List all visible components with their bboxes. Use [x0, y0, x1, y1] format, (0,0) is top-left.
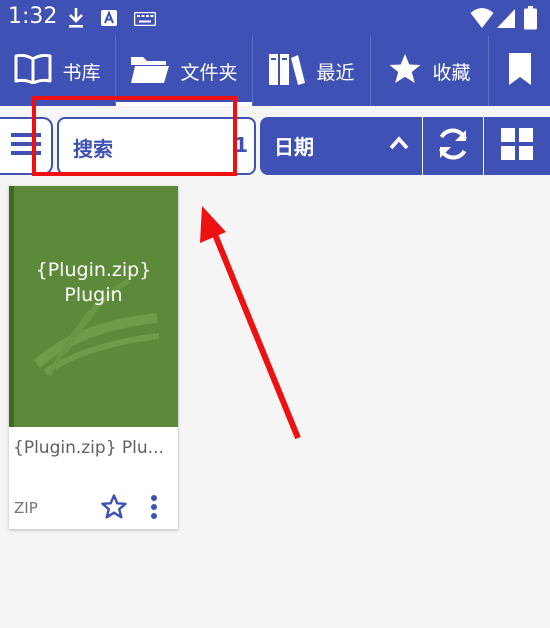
annotation-arrow	[200, 206, 301, 440]
